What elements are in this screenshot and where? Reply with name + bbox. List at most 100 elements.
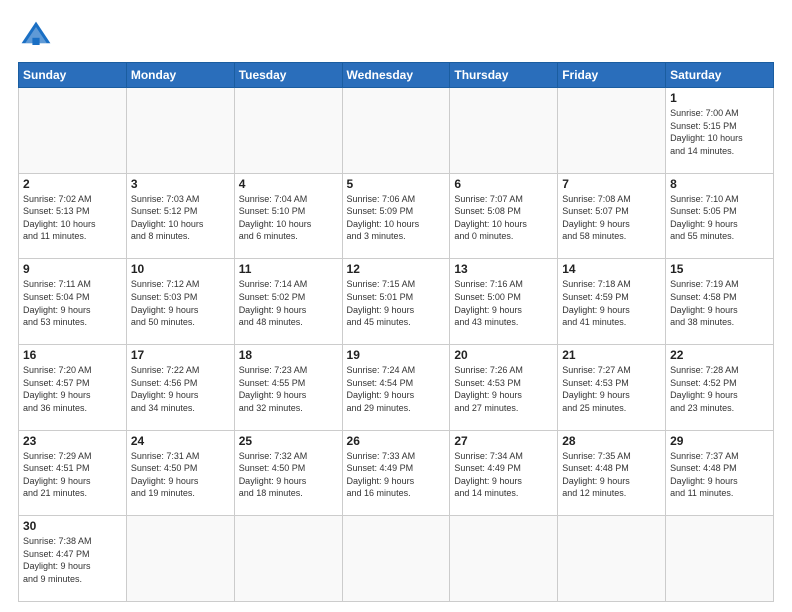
logo-icon [18,18,54,54]
day-info: Sunrise: 7:35 AM Sunset: 4:48 PM Dayligh… [562,450,661,500]
calendar-week-row: 2 Sunrise: 7:02 AM Sunset: 5:13 PM Daylig… [19,173,774,259]
day-number: 19 [347,348,446,362]
day-info: Sunrise: 7:00 AM Sunset: 5:15 PM Dayligh… [670,107,769,157]
calendar-cell: 23 Sunrise: 7:29 AM Sunset: 4:51 PM Dayli… [19,430,127,516]
day-info: Sunrise: 7:04 AM Sunset: 5:10 PM Dayligh… [239,193,338,243]
calendar-cell: 30 Sunrise: 7:38 AM Sunset: 4:47 PM Dayli… [19,516,127,602]
day-info: Sunrise: 7:12 AM Sunset: 5:03 PM Dayligh… [131,278,230,328]
day-number: 4 [239,177,338,191]
day-number: 25 [239,434,338,448]
calendar-cell [558,88,666,174]
day-number: 11 [239,262,338,276]
weekday-header-sunday: Sunday [19,63,127,88]
calendar-cell: 26Sunrise: 7:33 AM Sunset: 4:49 PM Dayli… [342,430,450,516]
day-number: 8 [670,177,769,191]
calendar-week-row: 23 Sunrise: 7:29 AM Sunset: 4:51 PM Dayli… [19,430,774,516]
day-info: Sunrise: 7:31 AM Sunset: 4:50 PM Dayligh… [131,450,230,500]
calendar-cell: 11Sunrise: 7:14 AM Sunset: 5:02 PM Dayli… [234,259,342,345]
day-info: Sunrise: 7:29 AM Sunset: 4:51 PM Dayligh… [23,450,122,500]
day-info: Sunrise: 7:10 AM Sunset: 5:05 PM Dayligh… [670,193,769,243]
calendar-cell [342,516,450,602]
day-number: 5 [347,177,446,191]
day-info: Sunrise: 7:06 AM Sunset: 5:09 PM Dayligh… [347,193,446,243]
day-info: Sunrise: 7:11 AM Sunset: 5:04 PM Dayligh… [23,278,122,328]
calendar-cell [342,88,450,174]
page: SundayMondayTuesdayWednesdayThursdayFrid… [0,0,792,612]
day-info: Sunrise: 7:34 AM Sunset: 4:49 PM Dayligh… [454,450,553,500]
calendar-cell [450,88,558,174]
day-info: Sunrise: 7:07 AM Sunset: 5:08 PM Dayligh… [454,193,553,243]
calendar-cell: 8 Sunrise: 7:10 AM Sunset: 5:05 PM Daylig… [666,173,774,259]
calendar-cell: 10Sunrise: 7:12 AM Sunset: 5:03 PM Dayli… [126,259,234,345]
calendar-cell: 14 Sunrise: 7:18 AM Sunset: 4:59 PM Dayli… [558,259,666,345]
day-number: 6 [454,177,553,191]
calendar-cell: 27 Sunrise: 7:34 AM Sunset: 4:49 PM Dayli… [450,430,558,516]
calendar-cell: 29Sunrise: 7:37 AM Sunset: 4:48 PM Dayli… [666,430,774,516]
day-number: 30 [23,519,122,533]
day-number: 9 [23,262,122,276]
calendar-week-row: 30 Sunrise: 7:38 AM Sunset: 4:47 PM Dayli… [19,516,774,602]
day-info: Sunrise: 7:23 AM Sunset: 4:55 PM Dayligh… [239,364,338,414]
day-info: Sunrise: 7:20 AM Sunset: 4:57 PM Dayligh… [23,364,122,414]
calendar-week-row: 1 Sunrise: 7:00 AM Sunset: 5:15 PM Daylig… [19,88,774,174]
day-info: Sunrise: 7:38 AM Sunset: 4:47 PM Dayligh… [23,535,122,585]
day-info: Sunrise: 7:18 AM Sunset: 4:59 PM Dayligh… [562,278,661,328]
day-info: Sunrise: 7:15 AM Sunset: 5:01 PM Dayligh… [347,278,446,328]
calendar-cell: 25 Sunrise: 7:32 AM Sunset: 4:50 PM Dayli… [234,430,342,516]
day-info: Sunrise: 7:03 AM Sunset: 5:12 PM Dayligh… [131,193,230,243]
calendar-table: SundayMondayTuesdayWednesdayThursdayFrid… [18,62,774,602]
weekday-header-monday: Monday [126,63,234,88]
calendar-week-row: 9 Sunrise: 7:11 AM Sunset: 5:04 PM Daylig… [19,259,774,345]
day-number: 16 [23,348,122,362]
calendar-cell: 5 Sunrise: 7:06 AM Sunset: 5:09 PM Daylig… [342,173,450,259]
day-number: 13 [454,262,553,276]
calendar-cell: 24 Sunrise: 7:31 AM Sunset: 4:50 PM Dayli… [126,430,234,516]
day-info: Sunrise: 7:22 AM Sunset: 4:56 PM Dayligh… [131,364,230,414]
day-info: Sunrise: 7:08 AM Sunset: 5:07 PM Dayligh… [562,193,661,243]
calendar-cell: 15 Sunrise: 7:19 AM Sunset: 4:58 PM Dayli… [666,259,774,345]
calendar-cell: 19 Sunrise: 7:24 AM Sunset: 4:54 PM Dayli… [342,344,450,430]
calendar-cell: 12 Sunrise: 7:15 AM Sunset: 5:01 PM Dayli… [342,259,450,345]
day-number: 20 [454,348,553,362]
day-number: 21 [562,348,661,362]
calendar-cell: 2 Sunrise: 7:02 AM Sunset: 5:13 PM Daylig… [19,173,127,259]
calendar-cell: 21 Sunrise: 7:27 AM Sunset: 4:53 PM Dayli… [558,344,666,430]
day-number: 15 [670,262,769,276]
day-info: Sunrise: 7:26 AM Sunset: 4:53 PM Dayligh… [454,364,553,414]
calendar-cell [126,516,234,602]
day-number: 12 [347,262,446,276]
day-info: Sunrise: 7:24 AM Sunset: 4:54 PM Dayligh… [347,364,446,414]
calendar-cell: 3 Sunrise: 7:03 AM Sunset: 5:12 PM Daylig… [126,173,234,259]
weekday-header-wednesday: Wednesday [342,63,450,88]
calendar-cell [234,88,342,174]
weekday-header-thursday: Thursday [450,63,558,88]
calendar-week-row: 16 Sunrise: 7:20 AM Sunset: 4:57 PM Dayli… [19,344,774,430]
day-number: 27 [454,434,553,448]
day-number: 22 [670,348,769,362]
day-number: 23 [23,434,122,448]
day-info: Sunrise: 7:33 AM Sunset: 4:49 PM Dayligh… [347,450,446,500]
day-info: Sunrise: 7:27 AM Sunset: 4:53 PM Dayligh… [562,364,661,414]
calendar-cell: 9 Sunrise: 7:11 AM Sunset: 5:04 PM Daylig… [19,259,127,345]
day-number: 24 [131,434,230,448]
day-number: 18 [239,348,338,362]
day-info: Sunrise: 7:19 AM Sunset: 4:58 PM Dayligh… [670,278,769,328]
day-number: 28 [562,434,661,448]
logo [18,18,58,54]
calendar-cell: 1 Sunrise: 7:00 AM Sunset: 5:15 PM Daylig… [666,88,774,174]
weekday-header-row: SundayMondayTuesdayWednesdayThursdayFrid… [19,63,774,88]
day-number: 1 [670,91,769,105]
day-info: Sunrise: 7:32 AM Sunset: 4:50 PM Dayligh… [239,450,338,500]
calendar-cell: 4 Sunrise: 7:04 AM Sunset: 5:10 PM Daylig… [234,173,342,259]
day-number: 2 [23,177,122,191]
day-number: 3 [131,177,230,191]
calendar-cell: 16 Sunrise: 7:20 AM Sunset: 4:57 PM Dayli… [19,344,127,430]
calendar-cell [450,516,558,602]
day-info: Sunrise: 7:28 AM Sunset: 4:52 PM Dayligh… [670,364,769,414]
weekday-header-saturday: Saturday [666,63,774,88]
day-info: Sunrise: 7:02 AM Sunset: 5:13 PM Dayligh… [23,193,122,243]
day-info: Sunrise: 7:37 AM Sunset: 4:48 PM Dayligh… [670,450,769,500]
day-number: 14 [562,262,661,276]
calendar-cell [666,516,774,602]
calendar-cell [558,516,666,602]
